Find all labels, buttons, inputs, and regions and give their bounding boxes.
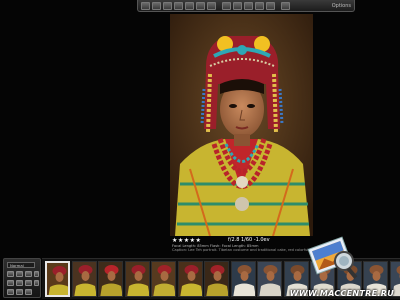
- toolbar-button-5[interactable]: [185, 1, 194, 10]
- main-photo[interactable]: [170, 14, 313, 236]
- filmstrip-thumbnail[interactable]: [71, 261, 97, 297]
- toolbar-button-6[interactable]: [196, 1, 205, 10]
- top-toolbar: Options: [137, 0, 355, 12]
- control-icon-10[interactable]: [16, 289, 23, 295]
- filmstrip-thumbnail[interactable]: [151, 261, 176, 297]
- filmstrip-thumbnail[interactable]: [45, 261, 70, 297]
- toolbar-button-10[interactable]: [244, 1, 253, 10]
- control-icon-1[interactable]: [7, 271, 14, 277]
- control-icon-3[interactable]: [25, 271, 32, 277]
- toolbar-label[interactable]: Options: [332, 3, 351, 9]
- toolbar-button-8[interactable]: [222, 1, 231, 10]
- toolbar-button-11[interactable]: [255, 1, 264, 10]
- photo-caption: ★★★★★ f/2.8 1/60 -1.0ev Focal Length: 85…: [170, 237, 317, 259]
- control-icon-2[interactable]: [16, 271, 23, 277]
- filmstrip-thumbnail[interactable]: [257, 261, 282, 297]
- exif-info: f/2.8 1/60 -1.0ev: [228, 237, 270, 243]
- toolbar-button-13[interactable]: [281, 1, 290, 10]
- toolbar-button-4[interactable]: [174, 1, 183, 10]
- toolbar-button-1[interactable]: [141, 1, 150, 10]
- control-icon-7[interactable]: [25, 280, 32, 286]
- rating-stars[interactable]: ★★★★★: [172, 237, 201, 244]
- toolbar-button-3[interactable]: [163, 1, 172, 10]
- preview-app-logo: [306, 231, 362, 281]
- toolbar-button-9[interactable]: [233, 1, 242, 10]
- view-mode-select[interactable]: Normal: [7, 262, 35, 268]
- filmstrip-thumbnail[interactable]: [177, 261, 203, 297]
- toolbar-button-7[interactable]: [207, 1, 216, 10]
- filmstrip-thumbnail[interactable]: [230, 261, 256, 297]
- control-icon-8[interactable]: [34, 280, 39, 286]
- filmstrip-thumbnail[interactable]: [124, 261, 150, 297]
- control-icon-4[interactable]: [34, 271, 39, 277]
- toolbar-button-2[interactable]: [152, 1, 161, 10]
- filmstrip-thumbnail[interactable]: [204, 261, 229, 297]
- control-icon-5[interactable]: [7, 280, 14, 286]
- metadata-line-2: Caption: Lee Teh portrait. Tibetan costu…: [172, 248, 318, 252]
- control-icon-6[interactable]: [16, 280, 23, 286]
- toolbar-button-12[interactable]: [266, 1, 275, 10]
- watermark-url: WWW.MACCENTRE.RU: [289, 289, 394, 298]
- filmstrip-thumbnail[interactable]: [98, 261, 123, 297]
- view-controls: Normal: [3, 258, 41, 298]
- control-icon-9[interactable]: [7, 289, 14, 295]
- control-icon-11[interactable]: [25, 289, 32, 295]
